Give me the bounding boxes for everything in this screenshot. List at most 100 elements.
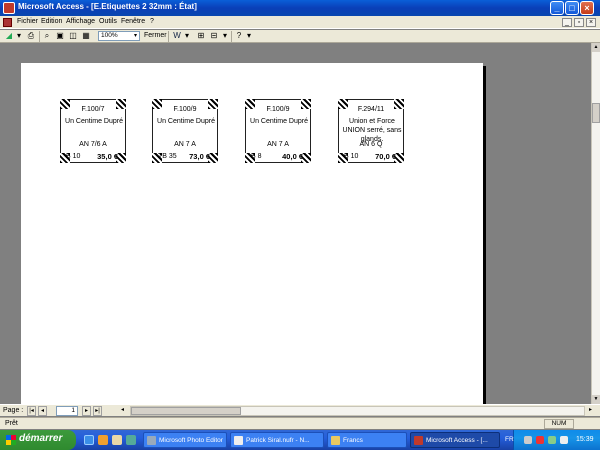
access-app-icon[interactable] bbox=[3, 2, 15, 14]
task-label: Patrick Siral.nufr - N... bbox=[246, 437, 310, 444]
dropdown-arrow-icon[interactable]: ▾ bbox=[14, 31, 24, 41]
label-price: 70,0 € bbox=[375, 152, 396, 161]
status-bar: Prêt NUM bbox=[0, 417, 600, 429]
menu-fenetre[interactable]: Fenêtre bbox=[121, 18, 145, 25]
dropdown-arrow-icon[interactable]: ▾ bbox=[182, 31, 192, 41]
outlook-icon[interactable] bbox=[98, 435, 108, 445]
horizontal-scrollbar[interactable] bbox=[130, 406, 585, 416]
network-tray-icon[interactable] bbox=[548, 436, 556, 444]
two-pages-icon[interactable]: ◫ bbox=[68, 31, 78, 41]
start-label: démarrer bbox=[19, 433, 63, 444]
task-francs-folder[interactable]: Francs bbox=[327, 432, 407, 448]
menu-outils[interactable]: Outils bbox=[99, 18, 117, 25]
status-text: Prêt bbox=[5, 420, 18, 427]
minimize-button[interactable]: _ bbox=[550, 1, 564, 15]
label-ref: F.100/9 bbox=[173, 106, 197, 113]
menu-edition[interactable]: Edition bbox=[41, 18, 62, 25]
view-icon[interactable]: ◢ bbox=[4, 31, 14, 41]
scroll-left-icon[interactable]: ◂ bbox=[118, 406, 127, 416]
task-label: Microsoft Photo Editor bbox=[159, 437, 223, 444]
label-price: 73,0 € bbox=[189, 152, 210, 161]
doc-restore-button[interactable]: ▫ bbox=[574, 18, 584, 27]
task-access[interactable]: Microsoft Access - [... bbox=[410, 432, 500, 448]
photo-editor-icon bbox=[147, 436, 156, 445]
task-label: Francs bbox=[343, 437, 363, 444]
start-button[interactable]: démarrer bbox=[0, 430, 76, 450]
scroll-right-icon[interactable]: ▸ bbox=[586, 406, 595, 416]
help-icon[interactable]: ? bbox=[234, 31, 244, 41]
close-preview-button[interactable]: Fermer bbox=[144, 32, 167, 39]
scroll-thumb[interactable] bbox=[592, 103, 600, 123]
label-grade: B 10 bbox=[344, 153, 359, 160]
clock: 15:39 bbox=[576, 436, 594, 443]
maximize-button[interactable]: □ bbox=[565, 1, 579, 15]
menu-affichage[interactable]: Affichage bbox=[66, 18, 95, 25]
internet-explorer-icon[interactable] bbox=[84, 435, 94, 445]
office-links-icon[interactable]: W bbox=[172, 31, 182, 41]
label-condition: AN 7 A bbox=[267, 141, 289, 148]
scroll-up-icon[interactable]: ▲ bbox=[592, 43, 600, 52]
media-icon[interactable] bbox=[126, 435, 136, 445]
language-indicator[interactable]: FR bbox=[505, 436, 514, 443]
task-label: Microsoft Access - [... bbox=[426, 437, 488, 444]
title-bar: Microsoft Access - [E.Etiquettes 2 32mm … bbox=[0, 0, 600, 16]
document-icon[interactable] bbox=[3, 18, 12, 27]
label-card: F.100/9 Un Centime Dupré AN 7 A B 8 40,0… bbox=[245, 99, 311, 163]
last-page-button[interactable]: ▸| bbox=[93, 406, 102, 416]
zoom-icon[interactable]: ⌕ bbox=[42, 31, 52, 41]
volume-tray-icon[interactable] bbox=[560, 436, 568, 444]
taskbar: démarrer Microsoft Photo Editor Patrick … bbox=[0, 430, 600, 450]
scroll-down-icon[interactable]: ▼ bbox=[592, 395, 600, 404]
multiple-pages-icon[interactable]: ▦ bbox=[81, 31, 91, 41]
windows-logo-icon bbox=[6, 435, 16, 445]
record-navigation-bar: Page : |◂ ◂ 1 ▸ ▸| ◂ ▸ bbox=[0, 404, 600, 416]
zoom-value: 100% bbox=[101, 32, 118, 39]
system-tray: FR 15:39 bbox=[505, 430, 600, 450]
dropdown-arrow-icon[interactable]: ▾ bbox=[244, 31, 254, 41]
access-icon bbox=[414, 436, 423, 445]
label-card: F.100/9 Un Centime Dupré AN 7 A TB 35 73… bbox=[152, 99, 218, 163]
dropdown-arrow-icon[interactable]: ▾ bbox=[220, 31, 230, 41]
label-ref: F.294/11 bbox=[357, 106, 385, 113]
label-description: Union et Force UNION serré, sans glands. bbox=[342, 118, 402, 143]
one-page-icon[interactable]: ▣ bbox=[55, 31, 65, 41]
toolbar-separator bbox=[231, 31, 232, 42]
label-card: F.294/11 Union et Force UNION serré, san… bbox=[338, 99, 404, 163]
label-card: F.100/7 Un Centime Dupré AN 7/6 A B 10 3… bbox=[60, 99, 126, 163]
help-tray-icon[interactable] bbox=[524, 436, 532, 444]
new-object-icon[interactable]: ⊟ bbox=[209, 31, 219, 41]
label-price: 40,0 € bbox=[282, 152, 303, 161]
toolbar-separator bbox=[168, 31, 169, 42]
label-description: Un Centime Dupré bbox=[65, 118, 123, 125]
doc-close-button[interactable]: × bbox=[586, 18, 596, 27]
antivirus-tray-icon[interactable] bbox=[536, 436, 544, 444]
vertical-scrollbar[interactable]: ▲ ▼ bbox=[591, 43, 600, 404]
task-notepad[interactable]: Patrick Siral.nufr - N... bbox=[230, 432, 324, 448]
print-preview-toolbar: ◢ ▾ ⎙ ⌕ ▣ ◫ ▦ 100% ▾ Fermer W ▾ ⊞ ⊟ ▾ ? … bbox=[0, 30, 600, 43]
label-description: Un Centime Dupré bbox=[250, 118, 308, 125]
zoom-select[interactable]: 100% ▾ bbox=[98, 31, 140, 41]
scroll-thumb[interactable] bbox=[131, 407, 241, 415]
task-photo-editor[interactable]: Microsoft Photo Editor bbox=[143, 432, 227, 448]
first-page-button[interactable]: |◂ bbox=[27, 406, 36, 416]
menu-bar: Fichier Edition Affichage Outils Fenêtre… bbox=[0, 16, 600, 29]
label-condition: AN 7 A bbox=[174, 141, 196, 148]
close-button[interactable]: × bbox=[580, 1, 594, 15]
database-window-icon[interactable]: ⊞ bbox=[196, 31, 206, 41]
next-page-button[interactable]: ▸ bbox=[82, 406, 91, 416]
doc-minimize-button[interactable]: _ bbox=[562, 18, 572, 27]
label-price: 35,0 € bbox=[97, 152, 118, 161]
folder-icon[interactable] bbox=[112, 435, 122, 445]
label-ref: F.100/9 bbox=[266, 106, 290, 113]
menu-fichier[interactable]: Fichier bbox=[17, 18, 38, 25]
notepad-icon bbox=[234, 436, 243, 445]
print-icon[interactable]: ⎙ bbox=[26, 31, 36, 41]
window-title: Microsoft Access - [E.Etiquettes 2 32mm … bbox=[18, 2, 197, 11]
menu-help[interactable]: ? bbox=[150, 18, 154, 25]
page-number-input[interactable]: 1 bbox=[56, 406, 78, 416]
label-grade: TB 35 bbox=[158, 153, 177, 160]
prev-page-button[interactable]: ◂ bbox=[38, 406, 47, 416]
label-condition: AN 7/6 A bbox=[79, 141, 107, 148]
toolbar-separator bbox=[39, 31, 40, 42]
label-condition: AN 6 Q bbox=[359, 141, 383, 148]
